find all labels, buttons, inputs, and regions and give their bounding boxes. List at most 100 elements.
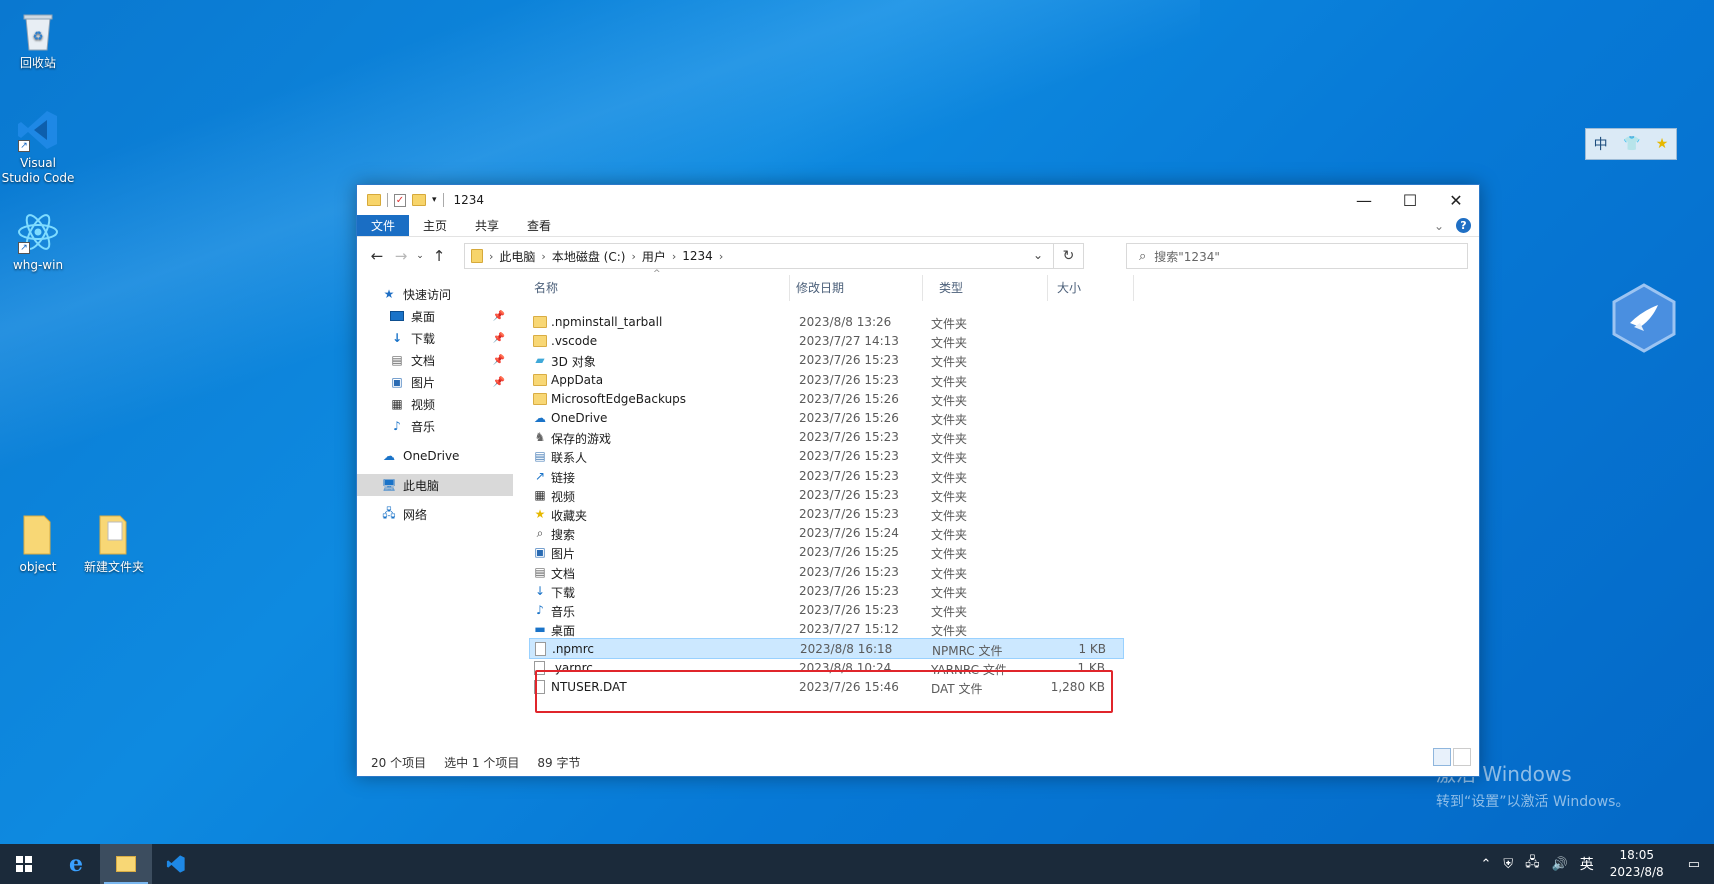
- nav-videos[interactable]: ▦ 视频: [357, 393, 513, 415]
- breadcrumb-users[interactable]: 用户: [642, 248, 666, 265]
- new-folder-icon[interactable]: [412, 194, 426, 206]
- column-header-date[interactable]: 修改日期: [796, 275, 916, 301]
- back-button[interactable]: ←: [365, 247, 389, 265]
- file-row[interactable]: ▤ 文档 2023/7/26 15:23 文件夹: [529, 562, 1124, 583]
- nav-desktop[interactable]: 桌面 📌: [357, 305, 513, 327]
- vscode-taskbar-button[interactable]: [152, 844, 200, 884]
- pin-icon[interactable]: 📌: [493, 377, 505, 388]
- minimize-button[interactable]: —: [1341, 185, 1387, 215]
- chevron-up-icon[interactable]: ⌃: [1474, 857, 1497, 872]
- expand-ribbon-icon[interactable]: ⌄: [1434, 219, 1444, 233]
- tab-file[interactable]: 文件: [357, 215, 410, 236]
- file-row[interactable]: MicrosoftEdgeBackups 2023/7/26 15:26 文件夹: [529, 389, 1124, 410]
- bird-app-icon[interactable]: [1612, 283, 1676, 353]
- column-divider[interactable]: [922, 275, 923, 301]
- chevron-right-icon[interactable]: ›: [672, 250, 676, 263]
- nav-pictures[interactable]: ▣ 图片 📌: [357, 371, 513, 393]
- chevron-right-icon[interactable]: ›: [719, 250, 723, 263]
- column-divider[interactable]: [789, 275, 790, 301]
- desktop-icon-vscode[interactable]: ↗ Visual Studio Code: [0, 108, 76, 186]
- file-row[interactable]: ▦ 视频 2023/7/26 15:23 文件夹: [529, 485, 1124, 506]
- file-row[interactable]: ⌕ 搜索 2023/7/26 15:24 文件夹: [529, 523, 1124, 544]
- network-icon[interactable]: 🖧: [1519, 853, 1546, 875]
- nav-quick-access[interactable]: ★ 快速访问: [381, 283, 513, 305]
- large-icons-view-button[interactable]: [1453, 748, 1471, 766]
- tab-view[interactable]: 查看: [513, 215, 565, 236]
- desktop-icon-whg-win[interactable]: ↗ whg-win: [0, 210, 76, 273]
- file-row[interactable]: ♞ 保存的游戏 2023/7/26 15:23 文件夹: [529, 427, 1124, 448]
- search-box[interactable]: ⌕ 搜索"1234": [1126, 243, 1468, 269]
- notification-icon[interactable]: ▭: [1674, 857, 1714, 872]
- breadcrumb-this-pc[interactable]: 此电脑: [499, 248, 535, 265]
- column-divider[interactable]: [1047, 275, 1048, 301]
- volume-icon[interactable]: 🔊: [1546, 857, 1574, 872]
- recent-locations-icon[interactable]: ⌄: [413, 251, 427, 261]
- ime-mode-button[interactable]: 中: [1594, 134, 1608, 154]
- file-row[interactable]: ▤ 联系人 2023/7/26 15:23 文件夹: [529, 446, 1124, 467]
- security-icon[interactable]: ⛨: [1497, 857, 1519, 872]
- nav-label: 下载: [411, 331, 436, 346]
- nav-documents[interactable]: ▤ 文档 📌: [357, 349, 513, 371]
- file-row[interactable]: ↓ 下载 2023/7/26 15:23 文件夹: [529, 581, 1124, 602]
- maximize-button[interactable]: ☐: [1387, 185, 1433, 215]
- desktop-icon-object-folder[interactable]: object: [0, 512, 76, 575]
- properties-icon[interactable]: ✓: [394, 193, 406, 207]
- pictures-icon: ▣: [534, 545, 546, 560]
- start-button[interactable]: [0, 844, 48, 884]
- up-button[interactable]: ↑: [427, 247, 451, 265]
- file-row[interactable]: .npminstall_tarball 2023/8/8 13:26 文件夹: [529, 312, 1124, 333]
- file-row[interactable]: AppData 2023/7/26 15:23 文件夹: [529, 370, 1124, 391]
- address-bar[interactable]: › 此电脑 › 本地磁盘 (C:) › 用户 › 1234 › ⌄ ↻: [464, 243, 1084, 269]
- input-language[interactable]: 英: [1574, 854, 1600, 874]
- nav-music[interactable]: ♪ 音乐: [357, 415, 513, 437]
- title-bar[interactable]: ✓ ▾ 1234 — ☐ ✕: [357, 185, 1479, 215]
- nav-network[interactable]: 🖧 网络: [381, 503, 513, 525]
- nav-this-pc[interactable]: 🖥 此电脑: [357, 474, 513, 496]
- ime-toolbar[interactable]: 中 👕 ★: [1585, 128, 1677, 160]
- customize-toolbar-icon[interactable]: ▾: [432, 195, 437, 205]
- column-header-name[interactable]: 名称: [534, 275, 784, 301]
- chevron-right-icon[interactable]: ›: [489, 250, 493, 263]
- desktop-icon-new-folder[interactable]: 新建文件夹: [76, 512, 152, 575]
- help-icon[interactable]: ?: [1456, 218, 1471, 233]
- chevron-right-icon[interactable]: ›: [541, 250, 545, 263]
- edge-taskbar-button[interactable]: e: [52, 844, 100, 884]
- file-row[interactable]: ▰ 3D 对象 2023/7/26 15:23 文件夹: [529, 350, 1124, 371]
- file-explorer-taskbar-button[interactable]: [100, 844, 152, 884]
- file-row[interactable]: .vscode 2023/7/27 14:13 文件夹: [529, 331, 1124, 352]
- column-header-size[interactable]: 大小: [1057, 275, 1117, 301]
- clock[interactable]: 18:05 2023/8/8: [1600, 847, 1674, 881]
- tab-home[interactable]: 主页: [409, 215, 461, 236]
- network-icon: 🖧: [382, 505, 396, 520]
- details-view-button[interactable]: [1433, 748, 1451, 766]
- forward-button[interactable]: →: [389, 247, 413, 265]
- file-row[interactable]: ▣ 图片 2023/7/26 15:25 文件夹: [529, 542, 1124, 563]
- pin-icon[interactable]: 📌: [493, 311, 505, 322]
- file-row[interactable]: ☁ OneDrive 2023/7/26 15:26 文件夹: [529, 408, 1124, 429]
- file-row[interactable]: ▬ 桌面 2023/7/27 15:12 文件夹: [529, 619, 1124, 640]
- explorer-window[interactable]: ✓ ▾ 1234 — ☐ ✕ 文件 主页 共享 查看 ⌄ ? ← → ⌄ ↑ ›…: [356, 184, 1480, 777]
- star-icon[interactable]: ★: [1656, 136, 1669, 152]
- column-header-type[interactable]: 类型: [939, 275, 1039, 301]
- breadcrumb-1234[interactable]: 1234: [682, 249, 713, 263]
- file-row[interactable]: ★ 收藏夹 2023/7/26 15:23 文件夹: [529, 504, 1124, 525]
- file-row[interactable]: .npmrc 2023/8/8 16:18 NPMRC 文件 1 KB: [529, 638, 1124, 660]
- nav-onedrive[interactable]: ☁ OneDrive: [381, 445, 513, 467]
- file-row[interactable]: ↗ 链接 2023/7/26 15:23 文件夹: [529, 466, 1124, 487]
- pin-icon[interactable]: 📌: [493, 333, 505, 344]
- pin-icon[interactable]: 📌: [493, 355, 505, 366]
- file-row[interactable]: ♪ 音乐 2023/7/26 15:23 文件夹: [529, 600, 1124, 621]
- desktop-icon-recycle-bin[interactable]: ♻ 回收站: [0, 8, 76, 71]
- tab-share[interactable]: 共享: [461, 215, 513, 236]
- column-divider[interactable]: [1133, 275, 1134, 301]
- nav-downloads[interactable]: ↓ 下载 📌: [357, 327, 513, 349]
- breadcrumb-local-disk[interactable]: 本地磁盘 (C:): [552, 248, 626, 265]
- chevron-right-icon[interactable]: ›: [631, 250, 635, 263]
- folder-icon: [533, 316, 547, 328]
- music-icon: ♪: [536, 603, 544, 617]
- skin-icon[interactable]: 👕: [1623, 136, 1640, 152]
- refresh-button[interactable]: ↻: [1053, 244, 1083, 268]
- close-button[interactable]: ✕: [1433, 185, 1479, 215]
- edge-icon: e: [69, 851, 83, 877]
- chevron-down-icon[interactable]: ⌄: [1033, 248, 1043, 262]
